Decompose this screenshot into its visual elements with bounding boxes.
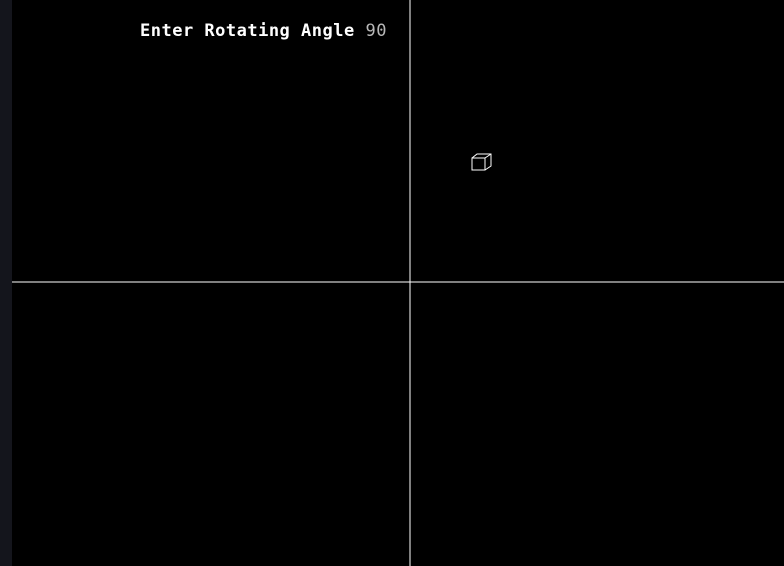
- angle-input[interactable]: 90: [365, 21, 386, 41]
- cube-icon: [471, 153, 492, 171]
- prompt-label: Enter Rotating Angle: [140, 21, 355, 41]
- graphics-window: Enter Rotating Angle 90: [0, 0, 784, 566]
- axes-drawing: [12, 0, 784, 566]
- angle-prompt: Enter Rotating Angle 90: [140, 21, 387, 41]
